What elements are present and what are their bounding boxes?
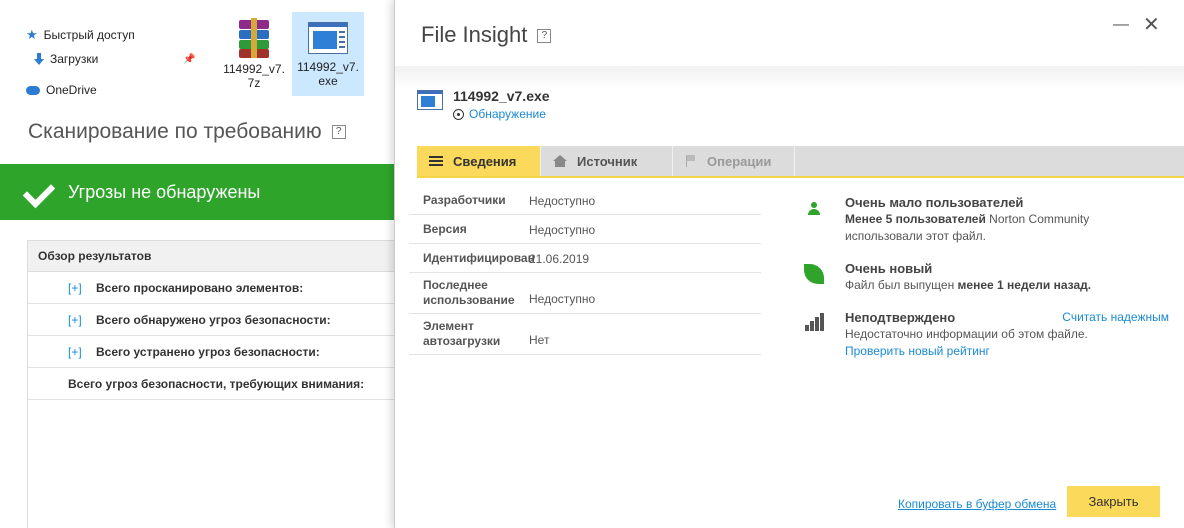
signal-bars-icon [805, 313, 825, 331]
scan-title: Сканирование по требованию? [28, 120, 346, 144]
close-icon[interactable]: ✕ [1143, 12, 1160, 37]
file-name-line1: 114992_v7. [223, 62, 285, 76]
detail-row-identified: Идентифицирован 21.06.2019 [409, 244, 761, 273]
file-tile-7z[interactable]: 114992_v7. 7z [218, 12, 290, 96]
detail-row-developers: Разработчики Недоступно [409, 186, 761, 215]
detail-label: Разработчики [423, 192, 506, 207]
cloud-icon [26, 85, 40, 95]
file-header: 114992_v7.exe Обнаружение [395, 66, 1184, 146]
nav-item-downloads[interactable]: Загрузки [34, 50, 98, 68]
result-row-attention: Всего угроз безопасности, требующих вним… [28, 368, 395, 400]
user-icon [807, 202, 821, 216]
detection-link[interactable]: Обнаружение [453, 107, 546, 121]
newness-pre: Файл был выпущен [845, 278, 958, 292]
star-icon: ★ [26, 27, 38, 42]
nav-item-label: Загрузки [50, 52, 99, 66]
list-icon [429, 156, 443, 166]
detail-value: Недоступно [529, 194, 596, 208]
detail-row-startup-item: Элемент автозагрузки Нет [409, 314, 761, 355]
file-tile-exe[interactable]: 114992_v7. exe [292, 12, 364, 96]
minimize-button[interactable]: — [1113, 16, 1129, 34]
result-label: Всего обнаружено угроз безопасности: [96, 312, 331, 327]
detail-value: Недоступно [529, 223, 596, 237]
reputation-panel: Очень мало пользователей Менее 5 пользов… [799, 194, 1179, 375]
detail-label: Элемент автозагрузки [423, 319, 501, 348]
checkmark-icon [24, 174, 60, 210]
winrar-archive-icon [237, 18, 271, 58]
dialog-title-text: File Insight [421, 22, 528, 47]
newness-bold: менее 1 недели назад. [957, 278, 1092, 292]
tab-label: Операции [707, 153, 772, 169]
result-row-scanned: [+] Всего просканировано элементов: [28, 272, 395, 304]
download-icon [34, 53, 44, 65]
result-row-detected: [+] Всего обнаружено угроз безопасности: [28, 304, 395, 336]
detail-value: Недоступно [529, 292, 596, 306]
result-row-resolved: [+] Всего устранено угроз безопасности: [28, 336, 395, 368]
tab-bar: Сведения Источник Операции [417, 146, 1184, 178]
file-insight-dialog: File Insight? — ✕ 114992_v7.exe Обнаруже… [394, 0, 1184, 528]
nav-item-label: OneDrive [46, 83, 97, 97]
file-name-line2: exe [318, 74, 338, 88]
user-count-block: Очень мало пользователей Менее 5 пользов… [799, 194, 1179, 245]
tab-details[interactable]: Сведения [417, 146, 541, 176]
detail-label: Последнее использование [423, 278, 515, 307]
results-header: Обзор результатов [28, 240, 395, 272]
copy-to-clipboard-link[interactable]: Копировать в буфер обмена [898, 497, 1056, 511]
result-label: Всего устранено угроз безопасности: [96, 344, 320, 359]
scan-window: Сканирование по требованию? Угрозы не об… [0, 100, 395, 528]
help-button[interactable]: ? [537, 29, 552, 44]
newness-block: Очень новый Файл был выпущен менее 1 нед… [799, 260, 1179, 294]
close-button[interactable]: Закрыть [1067, 486, 1160, 517]
pin-icon[interactable]: 📌 [183, 54, 195, 65]
result-label: Всего угроз безопасности, требующих вним… [68, 376, 365, 391]
target-icon [453, 108, 464, 120]
user-count-bold: Менее 5 пользователей [845, 212, 986, 226]
user-count-text-2: использовали этот файл. [845, 229, 986, 243]
detail-row-last-used: Последнее использование Недоступно [409, 273, 761, 314]
user-count-rest: Norton Community [985, 212, 1090, 226]
nav-item-onedrive[interactable]: OneDrive [26, 81, 97, 99]
flag-icon [685, 155, 697, 167]
tab-operations[interactable]: Операции [673, 146, 795, 176]
file-name-line1: 114992_v7. [297, 60, 359, 74]
file-name-line2: 7z [247, 76, 261, 90]
dialog-title: File Insight? [421, 22, 552, 48]
status-banner-text: Угрозы не обнаружены [68, 181, 261, 202]
leaf-icon [804, 264, 824, 284]
scan-title-text: Сканирование по требованию [28, 120, 322, 143]
verification-block: Неподтверждено Считать надежным Недостат… [799, 309, 1179, 360]
file-name: 114992_v7.exe [453, 88, 550, 104]
explorer-navigation-pane: ★ Быстрый доступ Загрузки 📌 OneDrive [0, 0, 200, 100]
tab-label: Источник [577, 153, 638, 169]
detail-value: 21.06.2019 [529, 252, 590, 266]
detection-link-text[interactable]: Обнаружение [469, 107, 546, 121]
newness-text: Файл был выпущен менее 1 недели назад. [845, 277, 1179, 294]
tab-source[interactable]: Источник [541, 146, 673, 176]
detail-label: Идентифицирован [423, 250, 535, 265]
nav-item-label: Быстрый доступ [43, 28, 135, 42]
nav-item-quick-access[interactable]: ★ Быстрый доступ [26, 26, 135, 44]
detail-value: Нет [529, 333, 550, 347]
expand-button[interactable]: [+] [68, 281, 96, 295]
verification-text: Недостаточно информации об этом файле. [845, 327, 1088, 341]
result-label: Всего просканировано элементов: [96, 280, 304, 295]
expand-button[interactable]: [+] [68, 313, 96, 327]
results-table: Обзор результатов [+] Всего просканирова… [27, 240, 395, 528]
exe-file-icon [417, 90, 443, 110]
home-icon [553, 155, 567, 167]
newness-title: Очень новый [845, 261, 933, 276]
tab-label: Сведения [453, 153, 517, 169]
detail-row-version: Версия Недоступно [409, 215, 761, 244]
expand-button[interactable]: [+] [68, 345, 96, 359]
trust-link[interactable]: Считать надежным [1062, 309, 1169, 326]
user-count-title: Очень мало пользователей [845, 195, 1024, 210]
status-banner: Угрозы не обнаружены [0, 164, 394, 220]
detail-label: Версия [423, 221, 467, 236]
details-table: Разработчики Недоступно Версия Недоступн… [409, 186, 761, 355]
check-rating-link[interactable]: Проверить новый рейтинг [845, 343, 1179, 360]
help-button[interactable]: ? [331, 125, 346, 140]
exe-file-icon [308, 22, 348, 54]
user-count-text: Менее 5 пользователей Norton Community [845, 211, 1179, 228]
